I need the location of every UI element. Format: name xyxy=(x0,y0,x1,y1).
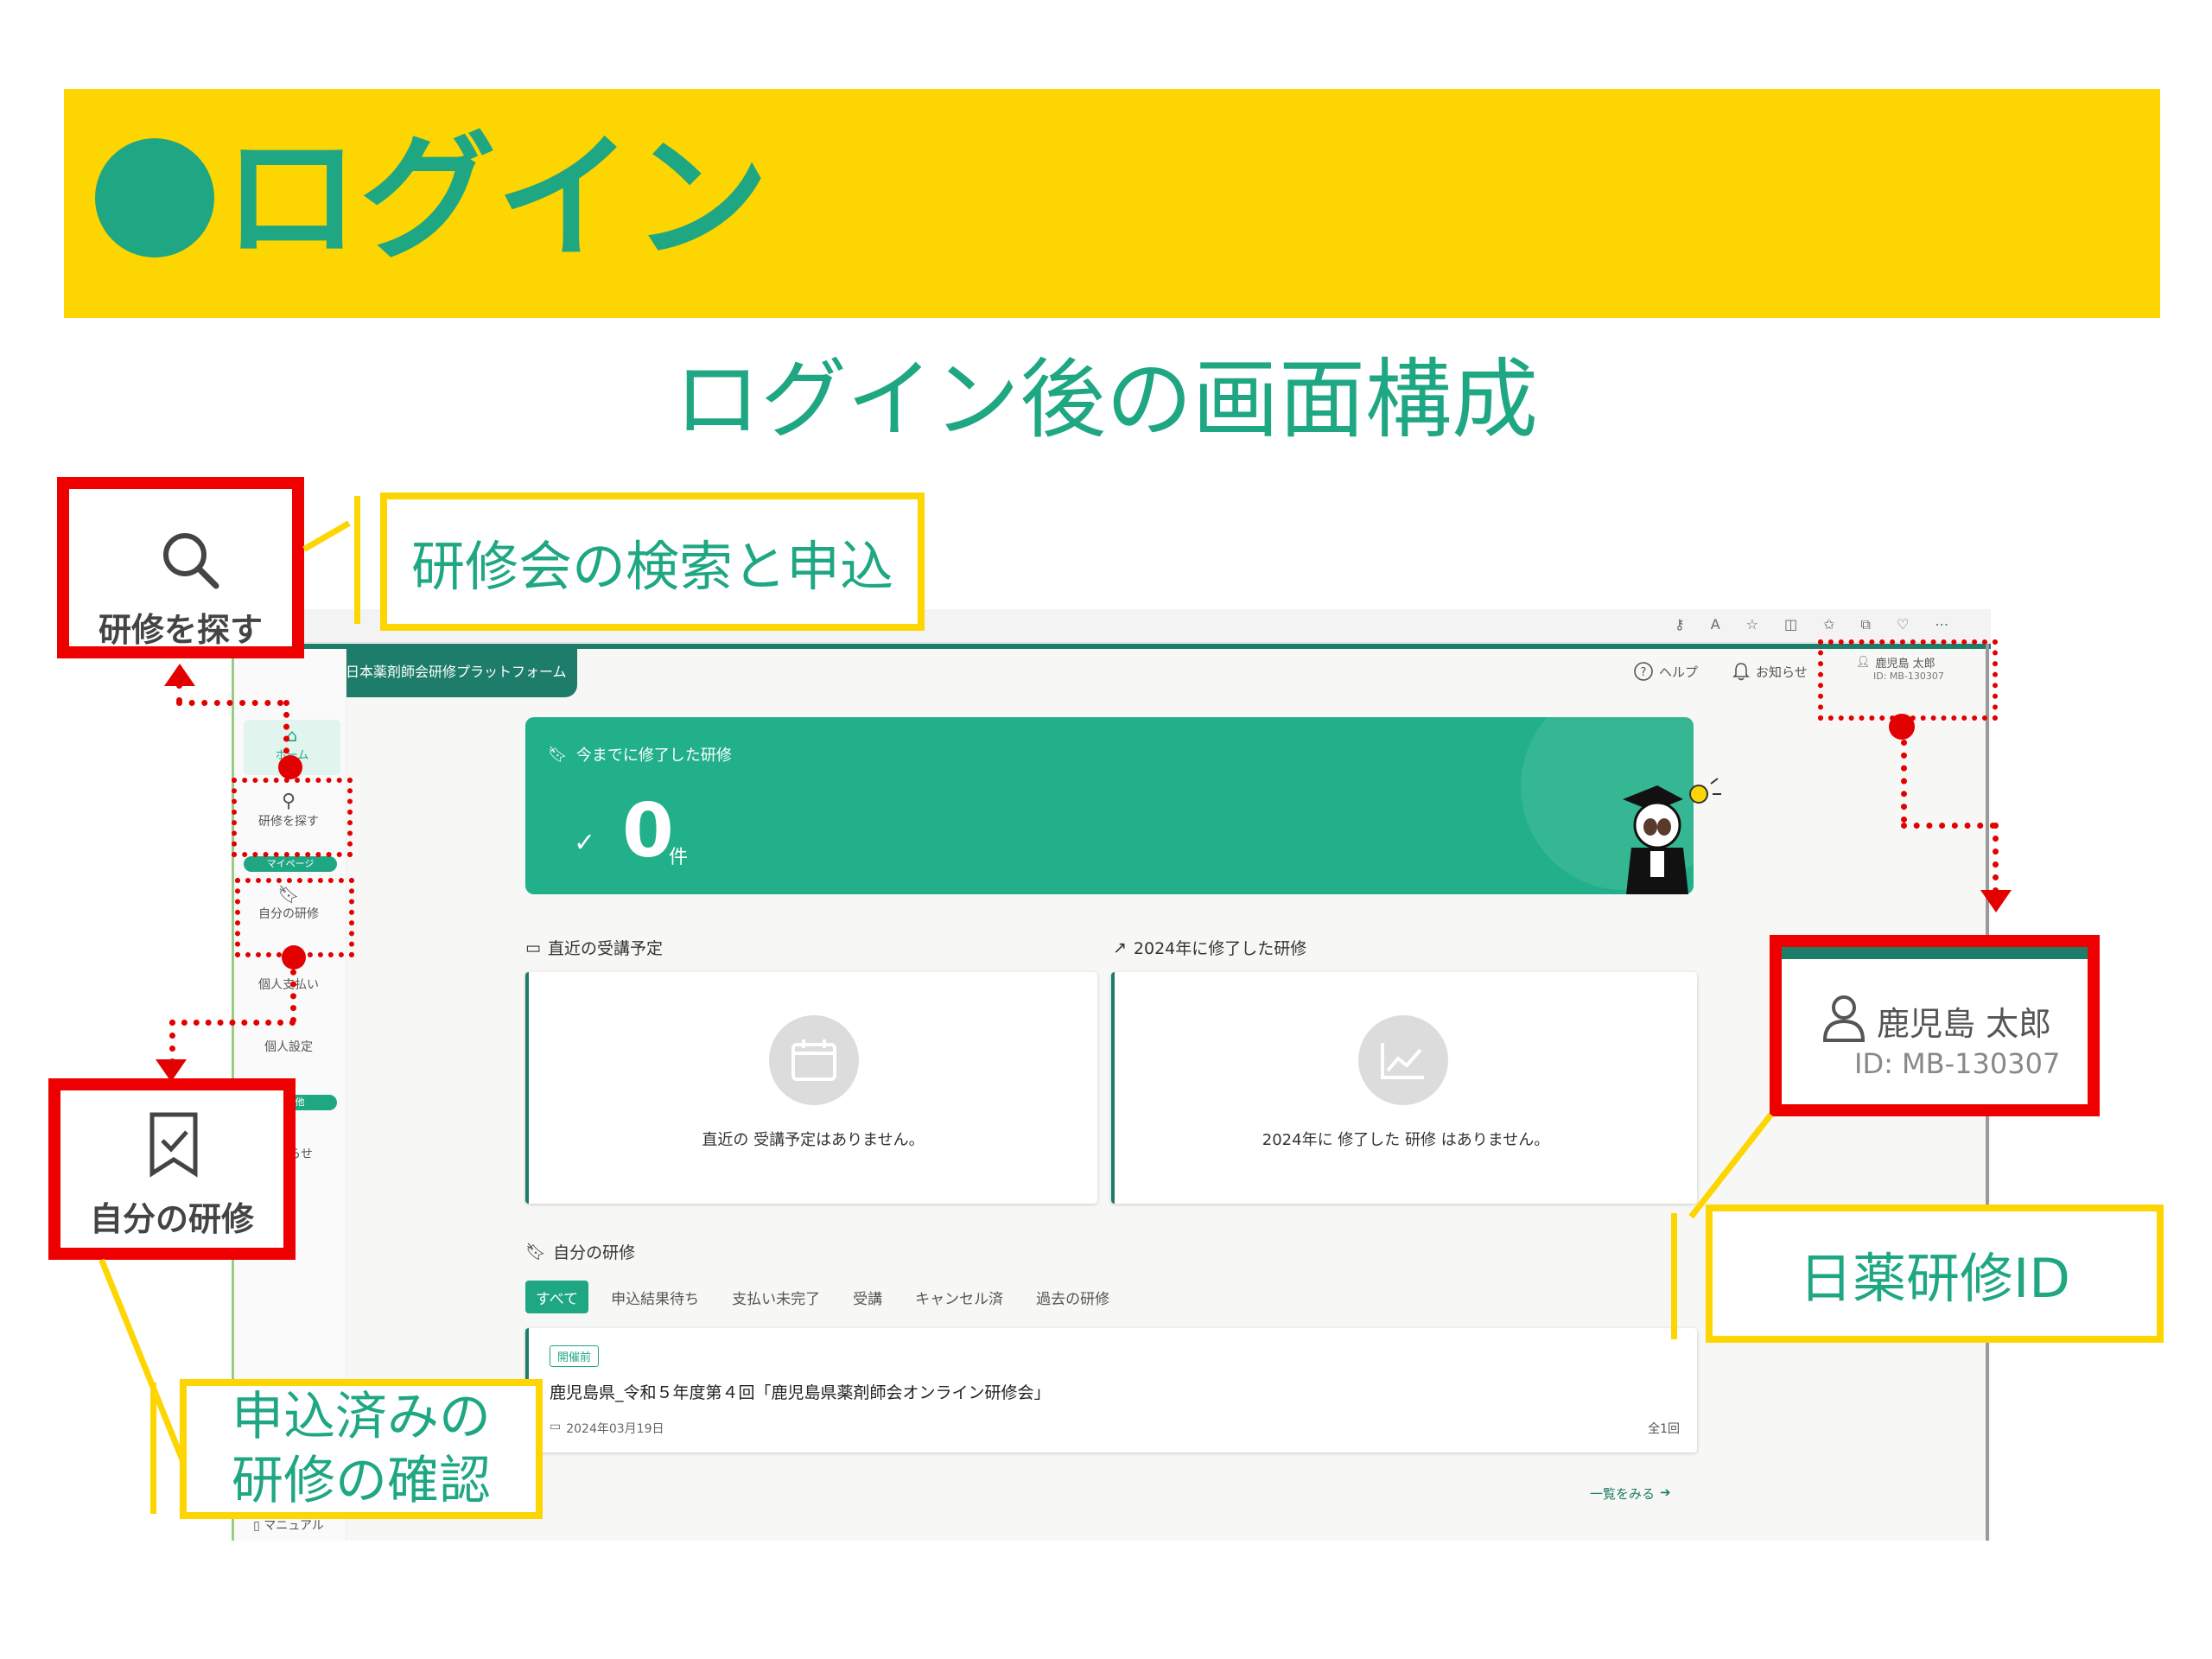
help-label: ヘルプ xyxy=(1659,664,1699,680)
session-count: 全1回 xyxy=(1648,1422,1680,1436)
mascot-image xyxy=(1605,773,1726,906)
user-callout: 鹿児島 太郎 ID: MB-130307 xyxy=(1770,935,2100,1116)
see-all-label: 一覧をみる xyxy=(1590,1486,1656,1502)
training-date: 2024年03月19日 xyxy=(566,1422,664,1436)
my-training-callout-label: 自分の研修 xyxy=(89,1200,254,1238)
bookmark-icon: 🔖︎ xyxy=(525,1243,547,1262)
tab-awaiting-result[interactable]: 申込結果待ち xyxy=(601,1281,709,1313)
calendar-empty-icon xyxy=(769,1015,859,1105)
arrow-up-icon xyxy=(164,664,195,686)
connector-user-h xyxy=(1901,823,1996,829)
bookmark-check-icon xyxy=(149,1112,198,1178)
chart-empty-icon xyxy=(1358,1015,1448,1105)
key-icon[interactable]: ⚷ xyxy=(1675,616,1685,633)
my-training-section-title: 🔖︎ 自分の研修 xyxy=(525,1240,635,1263)
sidebar-item-label: 個人支払い xyxy=(258,978,319,992)
mypage-badge: マイページ xyxy=(244,856,337,872)
training-name: 鹿児島県_令和５年度第４回「鹿児島県薬剤師会オンライン研修会」 xyxy=(550,1383,1051,1402)
sidebar-item-payment[interactable]: 個人支払い xyxy=(232,976,346,993)
search-desc-box: 研修会の検索と申込 xyxy=(380,493,925,631)
search-leader-line xyxy=(302,520,351,552)
notifications-label: お知らせ xyxy=(1756,664,1808,680)
sidebar-item-label: 個人設定 xyxy=(264,1040,313,1054)
sidebar-item-label: マニュアル xyxy=(264,1519,324,1533)
read-aloud-icon[interactable]: A xyxy=(1711,616,1720,633)
help-icon: ? xyxy=(1634,662,1653,681)
completed-total-card: 🔖︎ 今までに修了した研修 ✓ 0 件 xyxy=(525,717,1694,894)
user-highlight xyxy=(1818,639,1998,721)
favorites-list-icon[interactable]: ✩ xyxy=(1823,616,1834,633)
sidebar-item-settings[interactable]: 個人設定 xyxy=(232,1038,346,1055)
sidebar-item-manual[interactable]: ▯ マニュアル xyxy=(232,1516,346,1534)
my-training-desc-line2: 研修の確認 xyxy=(232,1451,491,1511)
bullet-dot-icon xyxy=(95,138,214,257)
connector-search-h xyxy=(176,700,283,706)
my-training-title: 自分の研修 xyxy=(553,1243,636,1262)
connector-dot xyxy=(282,945,306,969)
upcoming-section-title: ▭ 直近の受講予定 xyxy=(525,936,663,959)
connector-user-v xyxy=(1901,740,1907,823)
notifications-link[interactable]: お知らせ xyxy=(1732,661,1808,682)
platform-title: 日本薬剤師会研修プラットフォーム xyxy=(346,664,567,680)
my-training-desc-box: 申込済みの 研修の確認 xyxy=(180,1379,543,1519)
calendar-icon: ▭ xyxy=(550,1420,562,1433)
completed-count: 0 xyxy=(622,788,674,874)
more-menu-icon[interactable]: ⋯ xyxy=(1935,616,1948,633)
user-callout-name: 鹿児島 太郎 xyxy=(1877,1005,2052,1043)
my-training-tabs: すべて 申込結果待ち 支払い未完了 受講 キャンセル済 過去の研修 xyxy=(525,1281,1120,1313)
completed-section-title: ↗ 2024年に修了した研修 xyxy=(1113,936,1306,959)
tab-all[interactable]: すべて xyxy=(525,1281,589,1313)
hero-title: 今までに修了した研修 xyxy=(575,747,732,765)
upcoming-title: 直近の受講予定 xyxy=(547,939,663,958)
trend-chart-icon: ↗ xyxy=(1113,938,1127,957)
completed-year-card: 2024年に 修了した 研修 はありません。 xyxy=(1111,972,1697,1204)
arrow-circle-icon: ➔ xyxy=(1660,1484,1671,1500)
connector-dot xyxy=(1889,714,1915,740)
arrow-down-icon xyxy=(1980,890,2012,912)
svg-text:?: ? xyxy=(1641,666,1647,679)
my-training-callout: 自分の研修 xyxy=(48,1078,296,1260)
upcoming-empty-message: 直近の 受講予定はありません。 xyxy=(702,1131,925,1149)
my-training-desc-line1: 申込済みの xyxy=(232,1387,491,1447)
help-link[interactable]: ? ヘルプ xyxy=(1633,661,1698,682)
slide-title: ログイン xyxy=(223,119,769,278)
search-callout-label: 研修を探す xyxy=(98,611,263,649)
completed-empty-message: 2024年に 修了した 研修 はありません。 xyxy=(1262,1131,1550,1149)
search-callout: 研修を探す xyxy=(57,477,304,658)
slide-subtitle: ログイン後の画面構成 xyxy=(674,349,1538,450)
upcoming-card: 直近の 受講予定はありません。 xyxy=(525,972,1097,1204)
home-icon: ⌂ xyxy=(286,725,298,746)
check-icon: ✓ xyxy=(574,828,596,858)
status-badge: 開催前 xyxy=(550,1345,600,1367)
tab-attending[interactable]: 受講 xyxy=(842,1281,893,1313)
user-callout-header-strip xyxy=(1782,947,2088,959)
see-all-link[interactable]: 一覧をみる ➔ xyxy=(1590,1484,1671,1503)
search-icon xyxy=(163,533,219,589)
user-icon xyxy=(1822,995,1866,1042)
search-leader-bar xyxy=(354,496,360,624)
tab-past[interactable]: 過去の研修 xyxy=(1026,1281,1120,1313)
favorite-star-icon[interactable]: ☆ xyxy=(1746,616,1758,633)
training-list-item[interactable]: 開催前 鹿児島県_令和５年度第４回「鹿児島県薬剤師会オンライン研修会」 ▭ 20… xyxy=(525,1328,1697,1452)
connector-mytraining-h xyxy=(169,1020,296,1026)
user-leader-bar xyxy=(1671,1213,1677,1339)
my-training-leader-bar xyxy=(150,1382,156,1514)
calendar-icon: ▭ xyxy=(525,938,541,957)
bell-icon xyxy=(1732,663,1750,681)
connector-mytraining-v2 xyxy=(169,1020,175,1065)
split-view-icon[interactable]: ◫ xyxy=(1784,616,1797,633)
user-desc-box: 日薬研修ID xyxy=(1706,1205,2164,1343)
extensions-icon[interactable]: ♡ xyxy=(1897,616,1909,633)
connector-dot xyxy=(278,755,302,779)
tab-cancelled[interactable]: キャンセル済 xyxy=(905,1281,1014,1313)
bookmark-icon: 🔖︎ xyxy=(548,745,568,764)
book-icon: ▯ xyxy=(253,1519,260,1533)
search-highlight xyxy=(232,778,353,857)
collections-icon[interactable]: ⧉ xyxy=(1861,616,1871,633)
connector-user-v2 xyxy=(1993,823,1999,893)
count-unit: 件 xyxy=(669,847,689,868)
completed-title: 2024年に修了した研修 xyxy=(1133,939,1307,958)
tab-unpaid[interactable]: 支払い未完了 xyxy=(721,1281,830,1313)
user-callout-id: ID: MB-130307 xyxy=(1854,1047,2061,1080)
